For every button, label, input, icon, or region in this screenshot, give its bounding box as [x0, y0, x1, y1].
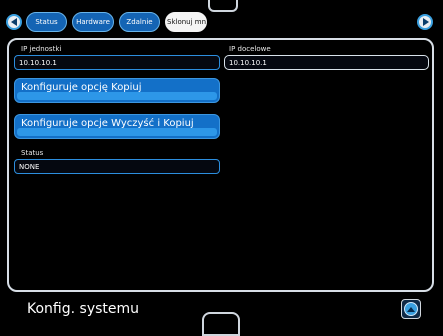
configure-clear-copy-label: Konfiguruje opcje Wyczyść i Kopiuj [21, 118, 194, 129]
prev-arrow-icon[interactable] [6, 14, 22, 30]
status-label: Status [21, 149, 44, 157]
tab-bar: Status Hardware Zdalnie Sklonuj mnie [26, 12, 207, 34]
page-title: Konfig. systemu [27, 301, 140, 317]
configure-clear-copy-button[interactable]: Konfiguruje opcje Wyczyść i Kopiuj [14, 114, 220, 139]
arrow-left-glyph [10, 18, 17, 26]
arrow-up-glyph [407, 306, 415, 312]
scroll-up-button[interactable] [401, 299, 421, 319]
tab-hardware[interactable]: Hardware [72, 12, 114, 32]
button-highlight [17, 128, 217, 136]
arrow-up-icon [404, 302, 418, 316]
tab-sklonuj-mnie[interactable]: Sklonuj mnie [165, 12, 207, 32]
target-ip-label: IP docelowe [229, 45, 271, 53]
status-field: NONE [14, 159, 220, 174]
target-ip-field[interactable]: 10.10.10.1 [224, 55, 429, 70]
button-highlight [17, 92, 217, 100]
next-arrow-icon[interactable] [417, 14, 433, 30]
unit-ip-field[interactable]: 10.10.10.1 [14, 55, 220, 70]
configure-copy-label: Konfiguruje opcję Kopiuj [21, 82, 142, 93]
bottom-handle[interactable] [202, 312, 240, 336]
configure-copy-button[interactable]: Konfiguruje opcję Kopiuj [14, 78, 220, 103]
arrow-right-glyph [422, 18, 429, 26]
tab-status[interactable]: Status [26, 12, 67, 32]
tab-zdalnie[interactable]: Zdalnie [119, 12, 160, 32]
unit-ip-label: IP jednostki [21, 45, 62, 53]
top-handle[interactable] [208, 0, 238, 12]
